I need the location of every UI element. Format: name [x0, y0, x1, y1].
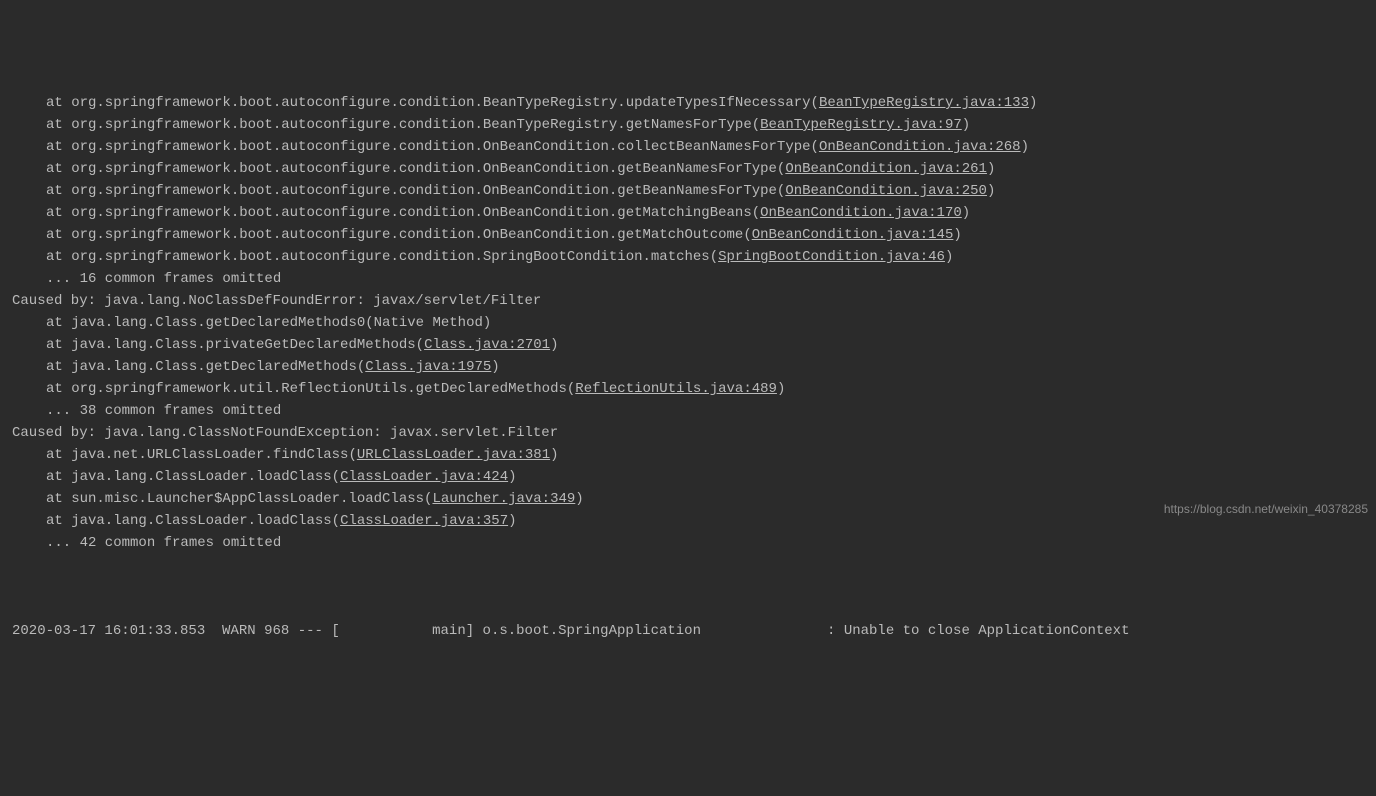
stack-line: at org.springframework.util.ReflectionUt…: [0, 378, 1376, 400]
source-link[interactable]: SpringBootCondition.java:46: [718, 249, 945, 265]
source-link[interactable]: ClassLoader.java:424: [340, 469, 508, 485]
source-link[interactable]: ClassLoader.java:357: [340, 513, 508, 529]
source-link[interactable]: ReflectionUtils.java:489: [575, 381, 777, 397]
stack-line: at java.lang.Class.getDeclaredMethods(Cl…: [0, 356, 1376, 378]
stack-line: at org.springframework.boot.autoconfigur…: [0, 202, 1376, 224]
source-link[interactable]: BeanTypeRegistry.java:97: [760, 117, 962, 133]
log-pid: 968: [264, 623, 289, 639]
source-link[interactable]: Launcher.java:349: [432, 491, 575, 507]
log-message: Unable to close ApplicationContext: [844, 623, 1130, 639]
stack-line: at org.springframework.boot.autoconfigur…: [0, 92, 1376, 114]
stack-line: at org.springframework.boot.autoconfigur…: [0, 136, 1376, 158]
log-thread: [ main]: [331, 623, 474, 639]
stack-line: at org.springframework.boot.autoconfigur…: [0, 114, 1376, 136]
log-logger: o.s.boot.SpringApplication: [483, 623, 701, 639]
stack-line: at org.springframework.boot.autoconfigur…: [0, 224, 1376, 246]
source-link[interactable]: BeanTypeRegistry.java:133: [819, 95, 1029, 111]
source-link[interactable]: URLClassLoader.java:381: [357, 447, 550, 463]
stack-line: at org.springframework.boot.autoconfigur…: [0, 180, 1376, 202]
source-link[interactable]: OnBeanCondition.java:170: [760, 205, 962, 221]
stack-line: Caused by: java.lang.ClassNotFoundExcept…: [0, 422, 1376, 444]
log-level: WARN: [222, 623, 256, 639]
source-link[interactable]: OnBeanCondition.java:250: [785, 183, 987, 199]
stack-line: Caused by: java.lang.NoClassDefFoundErro…: [0, 290, 1376, 312]
source-link[interactable]: Class.java:2701: [424, 337, 550, 353]
log-line: 2020-03-17 16:01:33.853 WARN 968 --- [ m…: [0, 620, 1376, 642]
stack-line: ... 38 common frames omitted: [0, 400, 1376, 422]
source-link[interactable]: Class.java:1975: [365, 359, 491, 375]
stack-line: ... 16 common frames omitted: [0, 268, 1376, 290]
stack-line: at java.net.URLClassLoader.findClass(URL…: [0, 444, 1376, 466]
log-timestamp: 2020-03-17 16:01:33.853: [12, 623, 205, 639]
source-link[interactable]: OnBeanCondition.java:268: [819, 139, 1021, 155]
stack-line: ... 42 common frames omitted: [0, 532, 1376, 554]
stack-line: at java.lang.Class.getDeclaredMethods0(N…: [0, 312, 1376, 334]
source-link[interactable]: OnBeanCondition.java:145: [752, 227, 954, 243]
stack-line: at org.springframework.boot.autoconfigur…: [0, 246, 1376, 268]
stack-line: at org.springframework.boot.autoconfigur…: [0, 158, 1376, 180]
watermark: https://blog.csdn.net/weixin_40378285: [1164, 498, 1368, 520]
stack-line: at java.lang.Class.privateGetDeclaredMet…: [0, 334, 1376, 356]
stack-trace: at org.springframework.boot.autoconfigur…: [0, 92, 1376, 554]
source-link[interactable]: OnBeanCondition.java:261: [785, 161, 987, 177]
stack-line: at java.lang.ClassLoader.loadClass(Class…: [0, 466, 1376, 488]
